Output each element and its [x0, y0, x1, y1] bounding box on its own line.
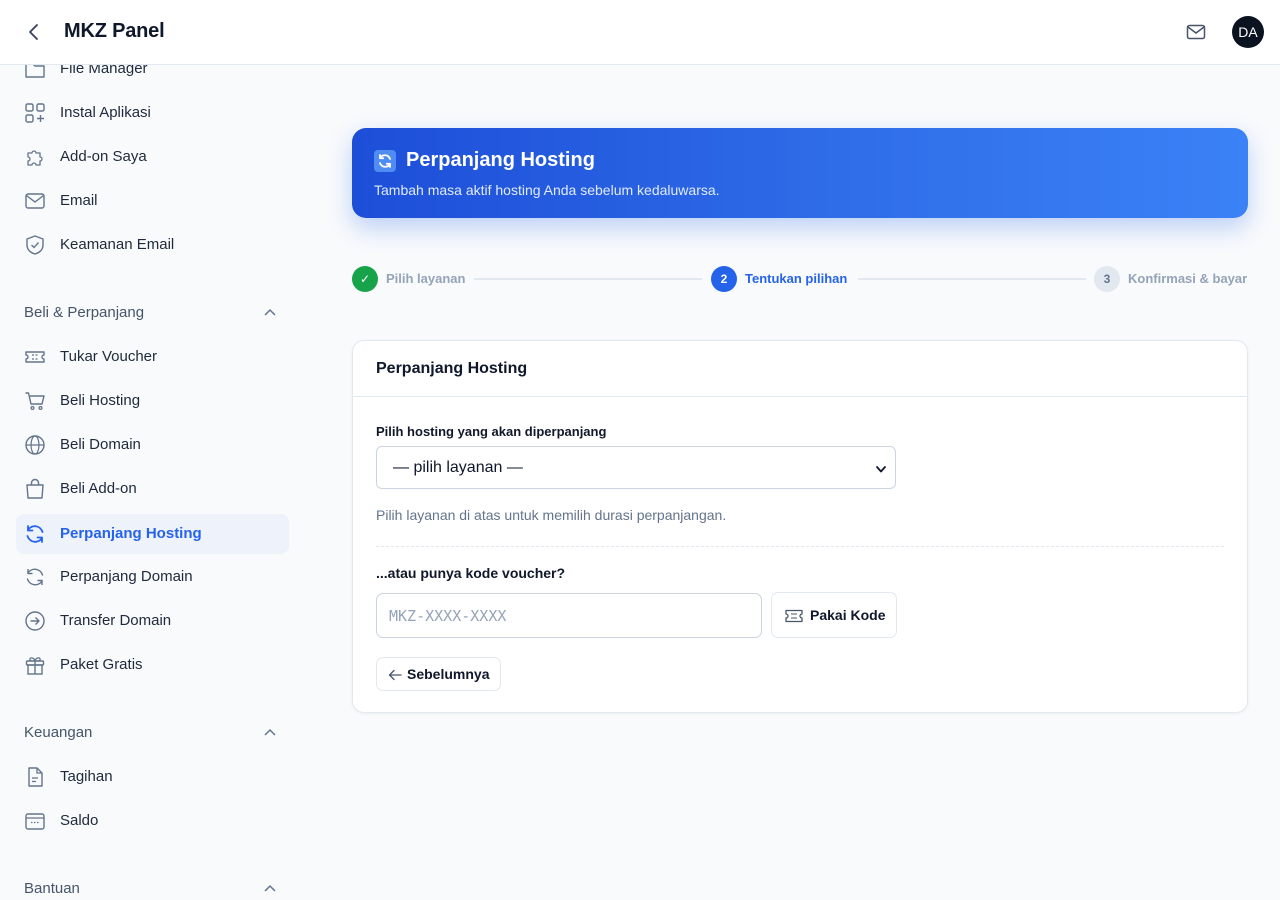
sidebar-item-label: Instal Aplikasi [60, 104, 151, 121]
mail-icon [25, 193, 45, 209]
top-bar: MKZ Panel DA [0, 0, 1280, 65]
sidebar-item-label: Perpanjang Domain [60, 568, 193, 585]
voucher-code-input[interactable] [376, 593, 762, 638]
chevron-down-icon [876, 466, 886, 473]
section-toggle-beli-perpanjang[interactable]: Beli & Perpanjang [24, 301, 281, 325]
page-subtitle: Tambah masa aktif hosting Anda sebelum k… [374, 182, 720, 198]
chevron-up-icon [264, 728, 276, 736]
sidebar-item-file-manager[interactable]: File Manager [16, 65, 289, 89]
renewal-form-card: Perpanjang Hosting Pilih hosting yang ak… [352, 340, 1248, 713]
refresh-icon [26, 525, 44, 543]
arrow-left-icon [388, 669, 402, 681]
section-title: Keuangan [24, 724, 93, 741]
sidebar-item-beli-domain[interactable]: Beli Domain [16, 425, 289, 465]
sidebar: File Manager Instal Aplikasi Add-on Saya… [0, 65, 304, 900]
step-connector [858, 278, 1086, 280]
apps-plus-icon [25, 103, 45, 123]
previous-button[interactable]: Sebelumnya [376, 657, 501, 691]
progress-stepper: ✓ Pilih layanan 2 Tentukan pilihan 3 Kon… [352, 266, 1248, 292]
sidebar-item-label: Saldo [60, 812, 99, 829]
sidebar-item-label: Beli Add-on [60, 480, 137, 497]
sidebar-item-label: Transfer Domain [60, 612, 172, 629]
step-3-label: Konfirmasi & bayar [1128, 271, 1248, 286]
chevron-left-icon [29, 24, 38, 40]
folder-icon [25, 65, 45, 78]
bag-icon [26, 478, 44, 499]
refresh-icon [26, 568, 44, 586]
wallet-icon [25, 813, 45, 830]
sidebar-item-transfer-domain[interactable]: Transfer Domain [16, 601, 289, 641]
card-title: Perpanjang Hosting [376, 360, 528, 377]
sidebar-item-label: Tagihan [60, 768, 113, 785]
sidebar-item-keamanan-email[interactable]: Keamanan Email [16, 225, 289, 265]
sidebar-item-label: Beli Domain [60, 436, 141, 453]
sidebar-item-label: Email [60, 192, 98, 209]
sidebar-item-label: File Manager [60, 65, 148, 77]
sidebar-item-label: Keamanan Email [60, 236, 175, 253]
app-title: MKZ Panel [64, 20, 165, 42]
divider [376, 546, 1224, 547]
sidebar-item-perpanjang-hosting[interactable]: Perpanjang Hosting [16, 514, 289, 554]
puzzle-icon [27, 150, 43, 166]
avatar[interactable]: DA [1232, 16, 1264, 48]
sidebar-item-label: Tukar Voucher [60, 348, 157, 365]
messages-button[interactable] [1184, 21, 1208, 43]
globe-icon [25, 435, 45, 455]
step-3-number: 3 [1094, 266, 1120, 292]
hosting-select[interactable]: — pilih layanan — [376, 446, 896, 489]
sidebar-item-label: Paket Gratis [60, 656, 143, 673]
voucher-label: ...atau punya kode voucher? [376, 565, 566, 581]
gift-icon [25, 657, 45, 675]
sidebar-item-add-on-saya[interactable]: Add-on Saya [16, 137, 289, 177]
chevron-up-icon [264, 884, 276, 892]
section-toggle-keuangan[interactable]: Keuangan [24, 721, 281, 745]
step-2-label: Tentukan pilihan [745, 271, 848, 286]
cart-icon [25, 392, 45, 411]
arrow-circle-icon [25, 611, 45, 631]
section-title: Bantuan [24, 880, 80, 897]
step-2-number: 2 [711, 266, 737, 292]
sidebar-item-label: Add-on Saya [60, 148, 147, 165]
chevron-up-icon [264, 308, 276, 316]
section-title: Beli & Perpanjang [24, 304, 145, 321]
select-hint: Pilih layanan di atas untuk memilih dura… [376, 507, 727, 523]
page-hero: Perpanjang Hosting Tambah masa aktif hos… [352, 128, 1248, 218]
apply-voucher-label: Pakai Kode [810, 607, 886, 623]
step-connector [474, 278, 702, 280]
sidebar-item-instal-aplikasi[interactable]: Instal Aplikasi [16, 93, 289, 133]
step-1-check-icon: ✓ [352, 266, 378, 292]
step-1-label: Pilih layanan [386, 271, 466, 286]
section-toggle-bantuan[interactable]: Bantuan [24, 877, 281, 900]
sidebar-item-email[interactable]: Email [16, 181, 289, 221]
sidebar-item-beli-hosting[interactable]: Beli Hosting [16, 381, 289, 421]
sidebar-item-saldo[interactable]: Saldo [16, 801, 289, 841]
ticket-icon [25, 351, 45, 363]
sidebar-item-label: Perpanjang Hosting [60, 525, 202, 542]
sidebar-item-paket-gratis[interactable]: Paket Gratis [16, 645, 289, 685]
sidebar-item-tagihan[interactable]: Tagihan [16, 757, 289, 797]
sidebar-item-perpanjang-domain[interactable]: Perpanjang Domain [16, 557, 289, 597]
back-button[interactable] [22, 20, 46, 44]
ticket-icon [785, 609, 803, 623]
document-icon [28, 767, 43, 787]
refresh-emoji-icon [374, 150, 396, 172]
previous-label: Sebelumnya [407, 666, 490, 682]
shield-check-icon [26, 235, 44, 255]
card-header: Perpanjang Hosting [353, 341, 1247, 397]
page-title: Perpanjang Hosting [406, 149, 595, 171]
sidebar-item-label: Beli Hosting [60, 392, 141, 409]
sidebar-item-tukar-voucher[interactable]: Tukar Voucher [16, 337, 289, 377]
hosting-select-label: Pilih hosting yang akan diperpanjang [376, 424, 607, 439]
mail-icon [1186, 24, 1206, 40]
apply-voucher-button[interactable]: Pakai Kode [771, 592, 897, 638]
sidebar-item-beli-add-on[interactable]: Beli Add-on [16, 469, 289, 509]
hosting-select-value: — pilih layanan — [393, 459, 523, 476]
